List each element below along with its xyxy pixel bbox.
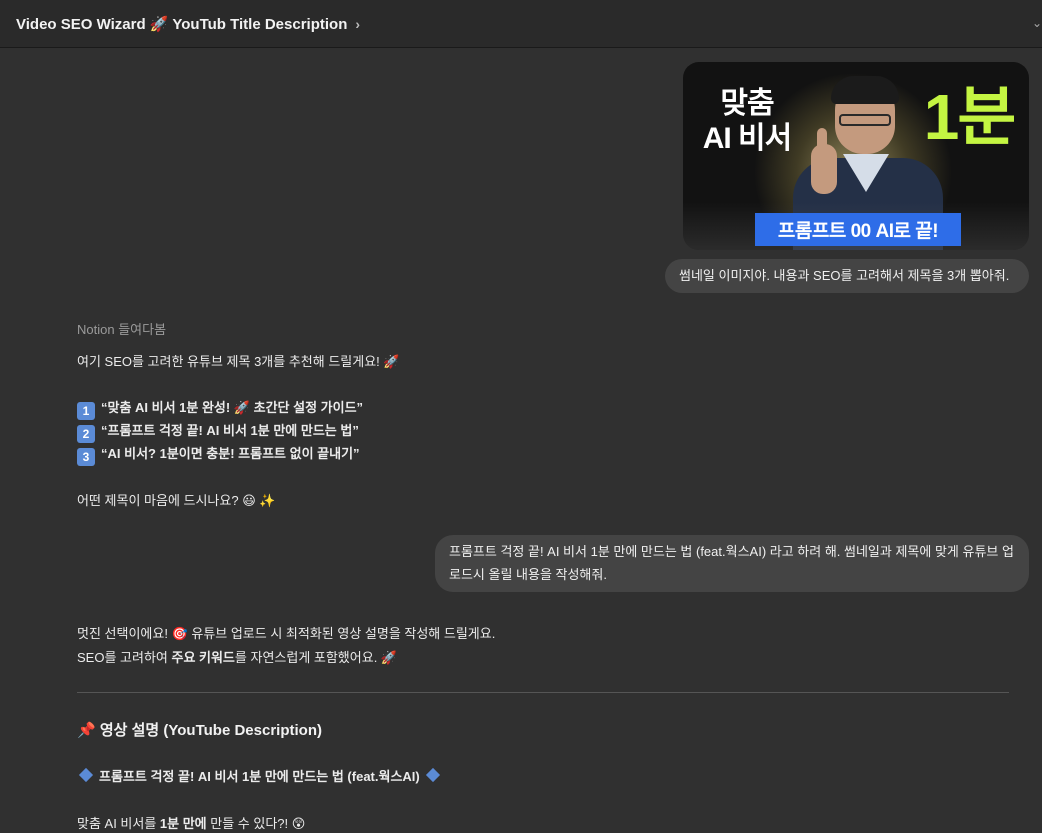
keycap-number-icon: 2 [77,425,95,443]
source-label[interactable]: Notion 들여다봄 [77,319,166,338]
list-item: 3 “AI 비서? 1분이면 충분! 프롬프트 없이 끝내기” [77,444,360,466]
user-message: 프롬프트 걱정 끝! AI 비서 1분 만에 만드는 법 (feat.웍스AI)… [435,535,1029,592]
title-suggestion-text: “AI 비서? 1분이면 충분! 프롬프트 없이 끝내기” [101,446,360,461]
list-item: 2 “프롬프트 걱정 끝! AI 비서 1분 만에 만드는 법” [77,421,359,443]
uploaded-thumbnail-image[interactable]: 맞춤 AI 비서 1분 프롬프트 00 AI로 끝! [683,62,1029,250]
header-menu-icon[interactable]: ⌄ [1032,16,1042,30]
keycap-number-icon: 3 [77,448,95,466]
thumbnail-glasses [839,114,891,126]
chevron-right-icon[interactable]: › [355,16,360,32]
thumbnail-text-left: 맞춤 AI 비서 [697,86,797,156]
blue-diamond-icon [425,767,440,783]
bold-keyword: 1분 만에 [159,816,207,831]
assistant-text: 여기 SEO를 고려한 유튜브 제목 3개를 추천해 드릴게요! 🚀 [77,354,400,369]
text-segment: 맞춤 AI 비서를 [77,816,160,831]
video-title-text: 프롬프트 걱정 끝! AI 비서 1분 만에 만드는 법 (feat.웍스AI) [99,769,420,784]
assistant-text: SEO를 고려하여 주요 키워드를 자연스럽게 포함했어요. 🚀 [77,648,397,668]
thumbnail-hand [811,144,837,194]
user-message: 썸네일 이미지야. 내용과 SEO를 고려해서 제목을 3개 뽑아줘. [665,259,1029,293]
text-segment: 를 자연스럽게 포함했어요. 🚀 [234,650,398,665]
text-segment: 만들 수 있다?! 😲 [206,816,306,831]
video-title-line: 프롬프트 걱정 끝! AI 비서 1분 만에 만드는 법 (feat.웍스AI) [77,767,446,787]
blue-diamond-icon [78,767,94,783]
text-segment: SEO를 고려하여 [77,650,172,665]
list-item: 1 “맞춤 AI 비서 1분 완성! 🚀 초간단 설정 가이드” [77,398,363,420]
thumbnail-banner: 프롬프트 00 AI로 끝! [755,213,961,246]
assistant-text: 맞춤 AI 비서를 1분 만에 만들 수 있다?! 😲 [77,814,305,833]
chat-title[interactable]: Video SEO Wizard 🚀 YouTub Title Descript… [16,15,360,33]
thumbnail-text-left-line1: 맞춤 [720,87,774,120]
assistant-text: 멋진 선택이에요! 🎯 유튜브 업로드 시 최적화된 영상 설명을 작성해 드릴… [77,626,496,641]
divider [77,692,1009,693]
thumbnail-text-right: 1분 [923,81,1016,153]
keycap-number-icon: 1 [77,402,95,420]
bold-keyword: 주요 키워드 [171,650,235,665]
thumbnail-person-hair [831,76,899,104]
title-suggestion-text: “맞춤 AI 비서 1분 완성! 🚀 초간단 설정 가이드” [101,400,364,415]
assistant-text: 어떤 제목이 마음에 드시나요? 😃 ✨ [77,493,276,508]
chat-title-text: Video SEO Wizard 🚀 YouTub Title Descript… [16,15,348,33]
section-heading: 📌 영상 설명 (YouTube Description) [77,722,322,739]
chat-header: Video SEO Wizard 🚀 YouTub Title Descript… [0,0,1042,48]
title-suggestion-text: “프롬프트 걱정 끝! AI 비서 1분 만에 만드는 법” [101,423,359,438]
thumbnail-text-left-line2: AI 비서 [702,122,793,155]
